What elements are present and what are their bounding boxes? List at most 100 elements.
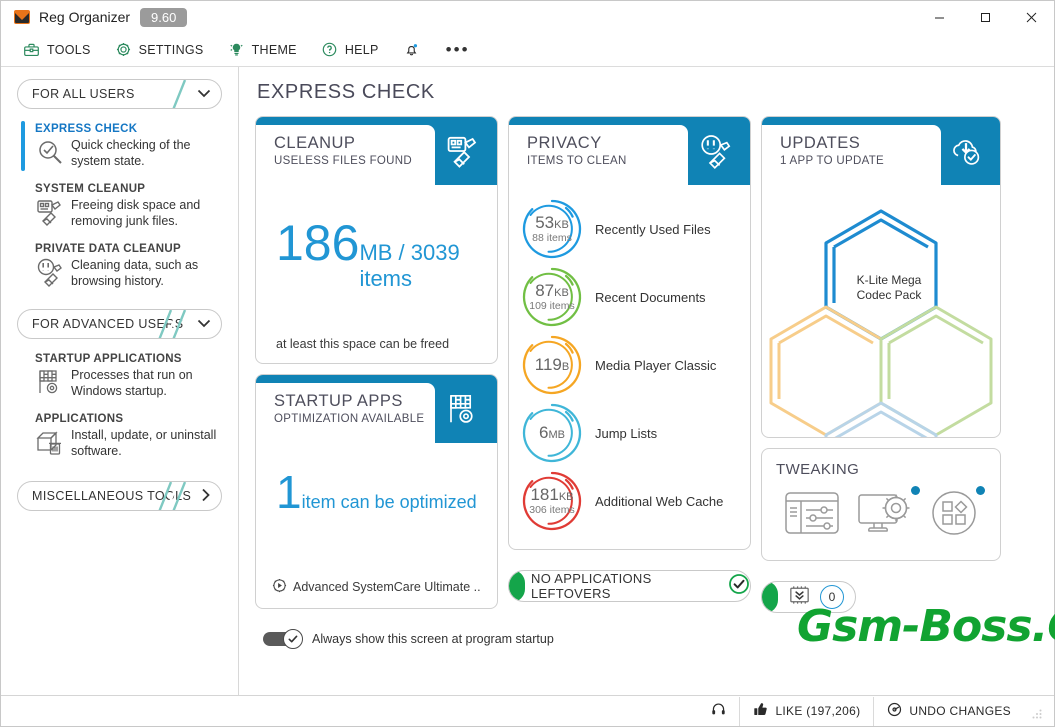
- column-left: CLEANUP USELESS FILES FOUND 186 MB / 303…: [255, 116, 498, 609]
- privacy-unit: KB: [554, 219, 569, 232]
- menu-item-help[interactable]: HELP: [311, 37, 389, 62]
- sidebar-group-for-all-users[interactable]: FOR ALL USERS: [17, 79, 222, 109]
- menu-item-theme-label: THEME: [251, 42, 297, 57]
- chevron-right-icon: [201, 488, 211, 505]
- bell-icon: [403, 41, 420, 58]
- privacy-unit: MB: [548, 428, 565, 441]
- privacy-row[interactable]: 119B Media Player Classic: [521, 331, 738, 399]
- hexagon-cluster: [762, 185, 1000, 533]
- sidebar: FOR ALL USERS EXPRESS CHECK Quick checki…: [1, 67, 239, 695]
- minimize-button[interactable]: [916, 1, 962, 33]
- cloud-download-check-icon: [948, 133, 984, 169]
- privacy-value: 181: [530, 485, 559, 505]
- privacy-broom-icon: [35, 257, 65, 287]
- body: FOR ALL USERS EXPRESS CHECK Quick checki…: [1, 67, 1055, 695]
- play-circle-icon: [272, 578, 287, 596]
- privacy-broom-icon: [698, 133, 734, 169]
- cleanup-card[interactable]: CLEANUP USELESS FILES FOUND 186 MB / 303…: [255, 116, 498, 364]
- sidebar-group-miscellaneous-tools[interactable]: MISCELLANEOUS TOOLS: [17, 481, 222, 511]
- notification-dot: [910, 485, 920, 495]
- startup-apps-value: 1: [276, 466, 302, 518]
- sidebar-item-startup-applications[interactable]: STARTUP APPLICATIONS Processes that run …: [1, 347, 238, 405]
- updates-subtitle: 1 APP TO UPDATE: [780, 155, 884, 167]
- flag-gear-icon: [445, 391, 481, 427]
- privacy-row[interactable]: 181KB 306 items Additional Web Cache: [521, 467, 738, 535]
- startup-apps-card-header: STARTUP APPS OPTIMIZATION AVAILABLE: [256, 375, 497, 443]
- undo-changes-button[interactable]: UNDO CHANGES: [873, 696, 1024, 726]
- startup-toggle[interactable]: [263, 629, 303, 649]
- like-button[interactable]: LIKE (197,206): [739, 696, 873, 726]
- column-right: UPDATES 1 APP TO UPDATE K-Lite Mega Code…: [761, 116, 1001, 613]
- cleanup-footer: at least this space can be freed: [276, 337, 450, 351]
- status-bar: LIKE (197,206) UNDO CHANGES: [1, 695, 1054, 726]
- menu-item-theme[interactable]: THEME: [218, 37, 307, 62]
- cleanup-unit: MB / 3039 items: [359, 240, 460, 291]
- privacy-row[interactable]: 87KB 109 items Recent Documents: [521, 263, 738, 331]
- main-content: EXPRESS CHECK CLEANUP USELESS FILES FOUN…: [239, 67, 1055, 695]
- sidebar-item-title: PRIVATE DATA CLEANUP: [35, 243, 181, 255]
- flag-gear-icon: [35, 367, 65, 397]
- shapes-circle-icon[interactable]: [929, 485, 985, 543]
- sliders-panel-icon[interactable]: [783, 488, 841, 543]
- stripe-decoration: [145, 482, 187, 510]
- updates-title: UPDATES: [780, 134, 861, 152]
- privacy-dial: 6MB: [521, 402, 583, 464]
- watermark-text: Gsm-Boss.Com: [797, 601, 1055, 652]
- sidebar-item-system-cleanup[interactable]: SYSTEM CLEANUP Freeing disk space and re…: [1, 177, 238, 235]
- chevron-down-icon: [197, 317, 211, 331]
- sidebar-item-desc: Freeing disk space and removing junk fil…: [71, 198, 201, 228]
- privacy-dial: 181KB 306 items: [521, 470, 583, 532]
- disk-broom-icon: [35, 197, 65, 227]
- notifications-button[interactable]: [393, 37, 430, 62]
- sidebar-item-private-data-cleanup[interactable]: PRIVATE DATA CLEANUP Cleaning data, such…: [1, 237, 238, 295]
- startup-apps-subtitle: OPTIMIZATION AVAILABLE: [274, 413, 425, 425]
- thumbs-up-icon: [753, 702, 768, 720]
- privacy-card[interactable]: PRIVACY ITEMS TO CLEAN 53KB 88 items Rec…: [508, 116, 751, 550]
- updates-card[interactable]: UPDATES 1 APP TO UPDATE K-Lite Mega Code…: [761, 116, 1001, 533]
- sidebar-group-for-advanced-users[interactable]: FOR ADVANCED USERS: [17, 309, 222, 339]
- sidebar-item-applications[interactable]: APPLICATIONS Install, update, or uninsta…: [1, 407, 238, 465]
- privacy-row[interactable]: 53KB 88 items Recently Used Files: [521, 195, 738, 263]
- version-badge: 9.60: [140, 7, 188, 27]
- box-trash-icon: [35, 427, 65, 457]
- overflow-menu-button[interactable]: •••: [434, 41, 482, 58]
- menu-item-settings[interactable]: SETTINGS: [105, 37, 214, 62]
- sidebar-item-express-check[interactable]: EXPRESS CHECK Quick checking of the syst…: [1, 117, 238, 175]
- privacy-title: PRIVACY: [527, 134, 602, 152]
- lightbulb-icon: [228, 41, 245, 58]
- support-button[interactable]: [698, 697, 739, 726]
- toggle-knob: [283, 629, 303, 649]
- privacy-row[interactable]: 6MB Jump Lists: [521, 399, 738, 467]
- watermark-host: Gsm-Boss.Com: [479, 588, 1055, 663]
- menu-item-tools-label: TOOLS: [47, 42, 91, 57]
- privacy-value: 87: [535, 281, 555, 301]
- undo-changes-label: UNDO CHANGES: [909, 704, 1011, 718]
- monitor-gear-icon[interactable]: [856, 485, 920, 543]
- sidebar-item-title: APPLICATIONS: [35, 413, 124, 425]
- tweaking-body: TWEAKING: [762, 449, 1000, 560]
- close-button[interactable]: [1008, 1, 1054, 33]
- tweaking-card[interactable]: TWEAKING: [761, 448, 1001, 561]
- startup-apps-card-body: 1 item can be optimized Advanced SystemC…: [256, 443, 497, 608]
- startup-apps-footer-label: Advanced SystemCare Ultimate ...: [293, 580, 481, 594]
- sidebar-item-desc: Processes that run on Windows startup.: [71, 368, 193, 398]
- column-middle: PRIVACY ITEMS TO CLEAN 53KB 88 items Rec…: [508, 116, 751, 602]
- resize-grip-icon[interactable]: [1032, 706, 1042, 719]
- privacy-subtitle: ITEMS TO CLEAN: [527, 155, 627, 167]
- privacy-unit: KB: [558, 491, 574, 504]
- startup-apps-title: STARTUP APPS: [274, 392, 403, 410]
- cleanup-card-body: 186 MB / 3039 items at least this space …: [256, 185, 497, 363]
- updates-app-name: K-Lite Mega Codec Pack: [856, 273, 922, 302]
- privacy-items: 109 items: [529, 300, 575, 313]
- cleanup-title: CLEANUP: [274, 134, 356, 152]
- startup-apps-value-text: item can be optimized: [301, 492, 477, 512]
- stripe-decoration: [145, 80, 187, 108]
- privacy-items: 88 items: [532, 232, 572, 245]
- sidebar-item-desc: Quick checking of the system state.: [71, 138, 191, 168]
- cards-container: CLEANUP USELESS FILES FOUND 186 MB / 303…: [255, 116, 1040, 613]
- startup-apps-card[interactable]: STARTUP APPS OPTIMIZATION AVAILABLE 1 it…: [255, 374, 498, 609]
- menu-item-tools[interactable]: TOOLS: [13, 37, 101, 62]
- headset-icon: [711, 702, 726, 720]
- startup-apps-footer-row[interactable]: Advanced SystemCare Ultimate ...: [272, 578, 481, 608]
- maximize-button[interactable]: [962, 1, 1008, 33]
